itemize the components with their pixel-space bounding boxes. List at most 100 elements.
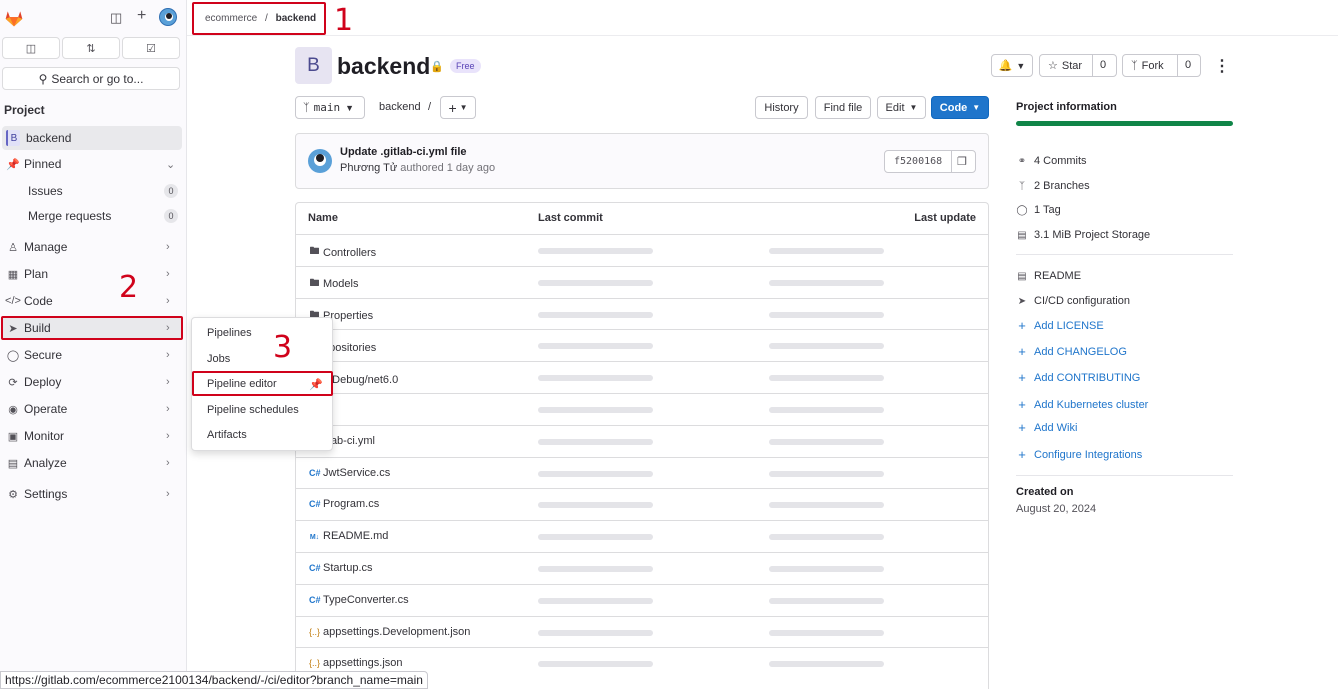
add-contributing-link[interactable]: + Add CONTRIBUTING: [1016, 370, 1140, 385]
tag-icon: ◯: [1016, 204, 1028, 216]
sidebar-item-secure[interactable]: ◯ Secure ›: [2, 343, 182, 367]
chevron-right-icon: ›: [166, 241, 170, 253]
gitlab-logo-icon[interactable]: [4, 8, 24, 28]
add-kubernetes-link[interactable]: + Add Kubernetes cluster: [1016, 397, 1148, 412]
commit-author[interactable]: Phương Tử: [340, 162, 397, 174]
sidebar-item-settings[interactable]: ⚙ Settings ›: [2, 482, 182, 506]
sidebar-item-deploy[interactable]: ⟳ Deploy ›: [2, 370, 182, 394]
table-row[interactable]: C# JwtService.cs: [296, 456, 988, 489]
sidebar-item-issues[interactable]: Issues 0: [2, 179, 182, 203]
commit-message[interactable]: Update .gitlab-ci.yml file: [340, 146, 467, 158]
file-name-cell[interactable]: 🖿 Controllers: [309, 244, 377, 261]
sidebar-item-plan[interactable]: ▦ Plan ›: [2, 262, 182, 286]
tags-link[interactable]: ◯ 1 Tag: [1016, 204, 1060, 216]
configure-integrations-link[interactable]: + Configure Integrations: [1016, 447, 1142, 462]
branch-selector[interactable]: ᛉ main ▼: [295, 96, 365, 119]
issues-icon: ◫: [25, 42, 37, 55]
chevron-right-icon: ›: [166, 349, 170, 361]
add-wiki-link[interactable]: + Add Wiki: [1016, 420, 1077, 435]
file-name-cell[interactable]: C# TypeConverter.cs: [309, 594, 409, 606]
sidebar-item-pinned[interactable]: 📌 Pinned ⌄: [2, 152, 182, 176]
more-actions-icon[interactable]: ⋮: [1214, 56, 1230, 76]
sidebar-item-operate[interactable]: ◉ Operate ›: [2, 397, 182, 421]
file-name-cell[interactable]: C# Startup.cs: [309, 562, 373, 574]
table-row[interactable]: 🖿 Models: [296, 265, 988, 298]
edit-button[interactable]: Edit ▼: [877, 96, 926, 119]
file-name-cell[interactable]: C# JwtService.cs: [309, 467, 390, 479]
author-avatar[interactable]: [308, 149, 332, 173]
table-row[interactable]: C# TypeConverter.cs: [296, 583, 988, 616]
code-button[interactable]: Code ▼: [931, 96, 989, 119]
table-row[interactable]: M↓ README.md: [296, 520, 988, 552]
last-commit-skeleton: [538, 407, 653, 413]
search-button[interactable]: ⚲ Search or go to...: [2, 67, 180, 90]
sidebar-item-analyze[interactable]: ▤ Analyze ›: [2, 451, 182, 475]
annotation-number-2: 2: [119, 270, 139, 305]
folder-icon: 🖿: [309, 277, 320, 289]
merge-requests-shortcut-button[interactable]: ⇅: [62, 37, 120, 59]
last-update-skeleton: [769, 502, 884, 509]
issues-shortcut-button[interactable]: ◫: [2, 37, 60, 59]
repo-path[interactable]: backend: [379, 101, 421, 113]
star-button[interactable]: ☆ Star 0: [1039, 54, 1117, 77]
last-commit-skeleton: [538, 629, 653, 636]
table-row[interactable]: ▤oj: [296, 393, 988, 425]
file-name-cell[interactable]: 🖿 Models: [309, 276, 359, 293]
sidebar-item-code[interactable]: </> Code ›: [2, 289, 182, 313]
sidebar-toggle-icon[interactable]: ◫: [110, 10, 122, 26]
cicd-config-link[interactable]: ➤ CI/CD configuration: [1016, 295, 1130, 307]
commits-link[interactable]: ⚭ 4 Commits: [1016, 155, 1087, 167]
sidebar-item-monitor[interactable]: ▣ Monitor ›: [2, 424, 182, 448]
plus-icon: +: [1018, 420, 1026, 435]
sidebar-item-project[interactable]: B backend: [2, 126, 182, 150]
table-row[interactable]: 🖿 Controllers: [296, 234, 988, 266]
copy-icon[interactable]: ❐: [957, 155, 967, 168]
sidebar-item-merge-requests[interactable]: Merge requests 0: [2, 204, 182, 228]
table-row[interactable]: 🖿 Properties: [296, 297, 988, 330]
flyout-item-pipeline-schedules[interactable]: Pipeline schedules: [207, 404, 299, 416]
user-avatar[interactable]: [159, 8, 177, 26]
add-to-tree-button[interactable]: + ▼: [440, 96, 476, 119]
file-name-cell[interactable]: {..} appsettings.json: [309, 657, 403, 669]
column-header-last-commit: Last commit: [538, 212, 603, 224]
table-row[interactable]: ▤itlab-ci.yml: [296, 424, 988, 457]
find-file-label: Find file: [823, 101, 863, 114]
table-row[interactable]: C# Program.cs: [296, 488, 988, 520]
branches-link[interactable]: ᛉ 2 Branches: [1016, 180, 1090, 192]
add-license-link[interactable]: + Add LICENSE: [1016, 318, 1104, 333]
edit-label: Edit: [885, 101, 905, 114]
analyze-label: Analyze: [24, 456, 67, 470]
sidebar-item-manage[interactable]: ♙ Manage ›: [2, 235, 182, 259]
csharp-icon: C#: [309, 499, 321, 510]
flyout-item-pipelines[interactable]: Pipelines: [207, 327, 252, 339]
notifications-button[interactable]: 🔔 ▼: [991, 54, 1033, 77]
file-name-cell[interactable]: C# Program.cs: [309, 498, 379, 510]
history-button[interactable]: History: [755, 96, 808, 119]
secure-label: Secure: [24, 348, 63, 362]
storage-link[interactable]: ▤ 3.1 MiB Project Storage: [1016, 229, 1150, 241]
flyout-item-jobs[interactable]: Jobs: [207, 353, 230, 365]
readme-link[interactable]: ▤ README: [1016, 270, 1081, 282]
flyout-item-artifacts[interactable]: Artifacts: [207, 429, 247, 441]
file-name-cell[interactable]: M↓ README.md: [309, 530, 389, 542]
chevron-right-icon: ›: [166, 376, 170, 388]
csharp-icon: C#: [309, 594, 321, 605]
merge-requests-label: Merge requests: [28, 209, 112, 223]
last-commit-skeleton: [538, 597, 653, 604]
file-name-cell[interactable]: {..} appsettings.Development.json: [309, 626, 470, 638]
search-icon: ⚲: [38, 71, 48, 86]
table-row[interactable]: {..} appsettings.Development.json: [296, 615, 988, 648]
plus-icon[interactable]: +: [137, 7, 146, 25]
todos-shortcut-button[interactable]: ☑: [122, 37, 180, 59]
fork-button[interactable]: ᛉ Fork 0: [1122, 54, 1201, 77]
plus-icon: +: [1018, 397, 1026, 412]
table-row[interactable]: 🖿n/Debug/net6.0: [296, 361, 988, 393]
find-file-button[interactable]: Find file: [815, 96, 871, 119]
table-row[interactable]: 🖿epositories: [296, 329, 988, 361]
last-update-skeleton: [769, 597, 884, 604]
bell-icon: 🔔: [998, 60, 1013, 72]
commit-sha[interactable]: f5200168: [894, 156, 942, 167]
table-row[interactable]: C# Startup.cs: [296, 552, 988, 584]
add-changelog-link[interactable]: + Add CHANGELOG: [1016, 344, 1127, 359]
annotation-box-pipeline-editor: [192, 371, 333, 396]
